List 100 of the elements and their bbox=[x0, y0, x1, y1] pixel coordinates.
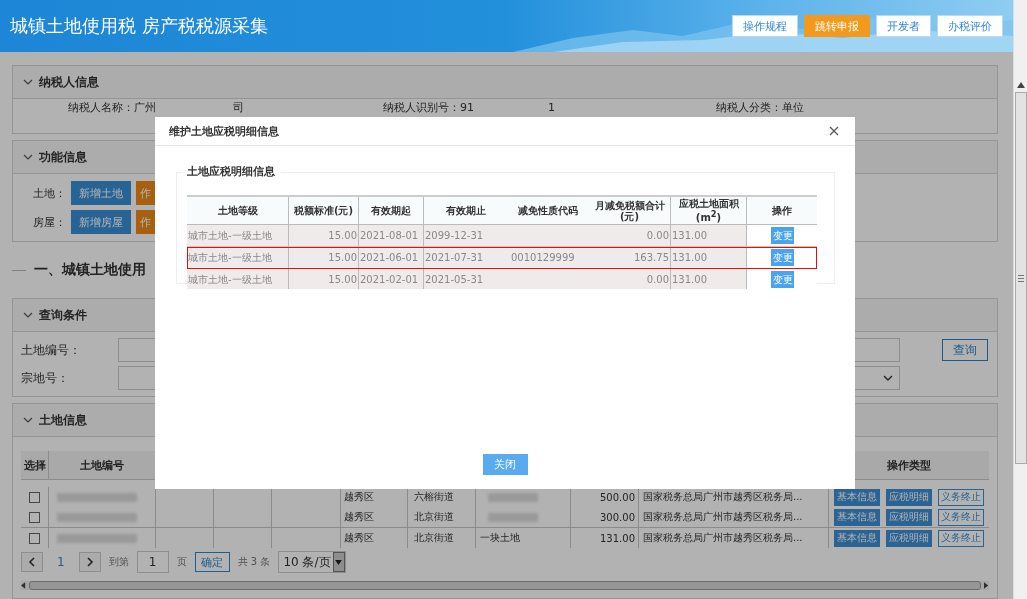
table-cell: 越秀区 bbox=[344, 510, 374, 524]
chevron-down-icon[interactable] bbox=[23, 154, 33, 160]
table-cell: 城市土地-一级土地 bbox=[187, 225, 289, 246]
header-button[interactable]: 跳转申报 bbox=[804, 15, 870, 37]
total-count: 共 3 条 bbox=[237, 555, 271, 569]
row-action-button[interactable]: 义务终止 bbox=[938, 488, 984, 506]
row-action-button[interactable]: 基本信息 bbox=[834, 508, 880, 526]
close-button[interactable]: 关闭 bbox=[482, 454, 528, 475]
dialog-title: 维护土地应税明细信息 bbox=[169, 123, 279, 139]
chevron-down-icon[interactable] bbox=[23, 417, 33, 423]
table-cell: 15.00 bbox=[289, 247, 359, 268]
section-title: 一、城镇土地使用 bbox=[34, 261, 146, 279]
header-button[interactable]: 操作规程 bbox=[732, 15, 798, 37]
page-size-select[interactable]: 10 条/页 bbox=[278, 551, 346, 573]
row-action-button[interactable]: 义务终止 bbox=[938, 508, 984, 526]
chevron-right-icon[interactable] bbox=[85, 557, 94, 567]
row-action-button[interactable]: 应税明细 bbox=[886, 529, 932, 547]
table-cell: 0.00 bbox=[589, 225, 671, 246]
table-cell: 国家税务总局广州市越秀区税务局... bbox=[643, 531, 803, 545]
row-label: 房屋： bbox=[33, 214, 66, 230]
field-label: 宗地号： bbox=[21, 369, 70, 387]
table-cell: 2021-06-01 bbox=[359, 247, 424, 268]
page-unit: 页 bbox=[176, 555, 187, 569]
change-button[interactable]: 变更 bbox=[771, 271, 794, 288]
dropdown-arrow-icon[interactable] bbox=[335, 559, 342, 565]
column-header: 有效期止 bbox=[444, 204, 487, 218]
row-action-button[interactable]: 应税明细 bbox=[886, 488, 932, 506]
fieldset-legend: 土地应税明细信息 bbox=[183, 166, 281, 178]
table-cell: 0010129999 bbox=[507, 247, 589, 268]
column-header: 土地等级 bbox=[187, 197, 289, 224]
chevron-left-icon[interactable] bbox=[28, 557, 36, 567]
row-action-button[interactable]: 应税明细 bbox=[886, 508, 932, 526]
table-cell: 六榕街道 bbox=[414, 490, 454, 504]
table-row[interactable]: 城市土地-一级土地 15.00 2021-08-01 2099-12-31 0.00 131.00 变更 bbox=[187, 225, 817, 247]
row-action-button[interactable]: 基本信息 bbox=[834, 488, 880, 506]
table-cell: 北京街道 bbox=[414, 531, 454, 545]
header-button[interactable]: 办税评价 bbox=[937, 15, 1003, 37]
panel-title: 功能信息 bbox=[39, 148, 87, 166]
horizontal-scrollbar[interactable] bbox=[21, 581, 989, 590]
close-icon[interactable] bbox=[829, 126, 839, 136]
table-cell: 131.00 bbox=[671, 247, 747, 268]
table-cell: 131.00 bbox=[600, 532, 635, 544]
page-number[interactable]: 1 bbox=[51, 555, 71, 569]
row-action-button[interactable]: 义务终止 bbox=[938, 529, 984, 547]
taxpayer-field: 纳税人识别号：91 bbox=[383, 101, 548, 114]
search-button[interactable]: 查询 bbox=[942, 339, 988, 361]
table-cell: 2021-08-01 bbox=[359, 225, 424, 246]
row-checkbox[interactable] bbox=[29, 511, 40, 523]
table-cell: 15.00 bbox=[289, 269, 359, 289]
scroll-up-icon[interactable] bbox=[1016, 82, 1025, 88]
page-input[interactable]: 1 bbox=[136, 551, 169, 573]
redacted-text bbox=[488, 492, 538, 502]
table-cell: 2021-07-31 bbox=[424, 247, 507, 268]
table-row[interactable]: 城市土地-一级土地 15.00 2021-02-01 2021-05-31 0.00 131.00 变更 bbox=[187, 269, 817, 289]
scroll-right-icon[interactable] bbox=[984, 582, 989, 589]
table-cell: 500.00 bbox=[600, 491, 635, 503]
table-cell: 0.00 bbox=[589, 269, 671, 289]
table-row[interactable]: 城市土地-一级土地 15.00 2021-06-01 2021-07-31 0010129999 163.75 131.00 变更 bbox=[187, 247, 817, 269]
taxpayer-field: 1 bbox=[548, 101, 716, 114]
field-label: 土地编号： bbox=[21, 341, 82, 359]
column-header: 操作类型 bbox=[886, 457, 932, 474]
table-cell: 越秀区 bbox=[344, 490, 374, 504]
column-header: 有效期起 bbox=[359, 197, 424, 224]
table-cell: 国家税务总局广州市越秀区税务局... bbox=[643, 510, 803, 524]
table-cell: 城市土地-一级土地 bbox=[187, 247, 289, 268]
goto-label: 到第 bbox=[108, 555, 129, 569]
table-cell: 一块土地 bbox=[480, 531, 520, 545]
header-button[interactable]: 开发者 bbox=[876, 15, 931, 37]
confirm-button[interactable]: 确定 bbox=[194, 552, 230, 572]
row-label: 土地： bbox=[33, 185, 66, 201]
table-cell: 2099-12-31 bbox=[424, 225, 507, 246]
panel-title: 土地信息 bbox=[39, 411, 87, 429]
panel-title: 查询条件 bbox=[39, 306, 87, 324]
chevron-down-icon[interactable] bbox=[23, 79, 33, 85]
change-button[interactable]: 变更 bbox=[771, 227, 794, 244]
taxpayer-field: 纳税人名称：广州 bbox=[68, 101, 233, 114]
row-checkbox[interactable] bbox=[29, 491, 40, 503]
previous-page-button[interactable] bbox=[21, 552, 43, 572]
taxpayer-field: 纳税人分类：单位 bbox=[716, 101, 804, 114]
table-cell: 131.00 bbox=[671, 225, 747, 246]
chevron-down-icon[interactable] bbox=[883, 375, 893, 381]
vertical-scrollbar[interactable] bbox=[1013, 0, 1027, 599]
row-checkbox[interactable] bbox=[29, 532, 40, 544]
app-title: 城镇土地使用税 房产税税源采集 bbox=[10, 14, 269, 38]
table-cell: 城市土地-一级土地 bbox=[187, 269, 289, 289]
action-button[interactable]: 新增土地 bbox=[71, 181, 131, 205]
table-cell: 2021-02-01 bbox=[359, 269, 424, 289]
table-cell: 2021-05-31 bbox=[424, 269, 507, 289]
table-cell: 北京街道 bbox=[414, 510, 454, 524]
row-action-button[interactable]: 基本信息 bbox=[834, 529, 880, 547]
scroll-left-icon[interactable] bbox=[21, 582, 26, 589]
column-header: 操作 bbox=[771, 204, 793, 218]
next-page-button[interactable] bbox=[78, 552, 101, 572]
taxpayer-field: 司 bbox=[233, 101, 383, 114]
table-cell: 131.00 bbox=[671, 269, 747, 289]
action-button[interactable]: 新增房屋 bbox=[71, 210, 131, 234]
chevron-down-icon[interactable] bbox=[23, 312, 33, 318]
redacted-text bbox=[488, 512, 538, 522]
change-button[interactable]: 变更 bbox=[771, 249, 794, 266]
table-cell: 越秀区 bbox=[344, 531, 374, 545]
